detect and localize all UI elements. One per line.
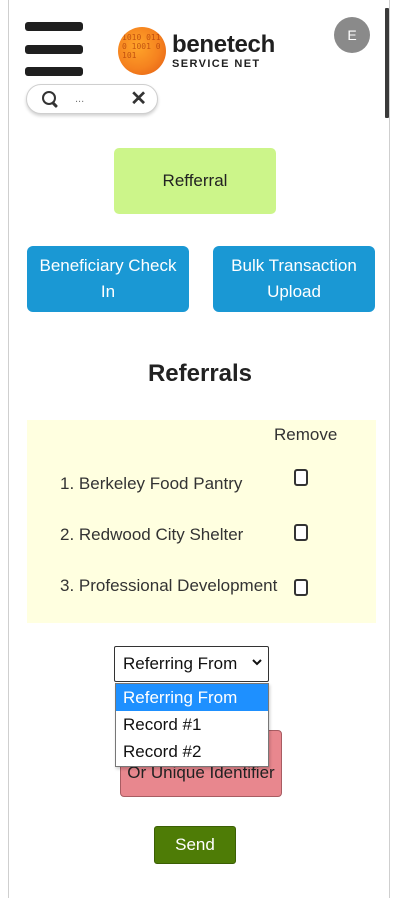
- hamburger-bar: [25, 22, 83, 31]
- referral-item-label: 2. Redwood City Shelter: [60, 525, 244, 544]
- bulk-transaction-upload-button[interactable]: Bulk Transaction Upload: [213, 246, 375, 312]
- beneficiary-check-in-button[interactable]: Beneficiary Check In: [27, 246, 189, 312]
- hamburger-menu-icon[interactable]: [25, 22, 83, 76]
- dropdown-option[interactable]: Record #1: [116, 711, 268, 738]
- select-value: Referring From: [123, 654, 238, 673]
- hamburger-bar: [25, 44, 83, 54]
- referral-button[interactable]: Refferral: [114, 148, 276, 214]
- chevron-down-icon: [252, 659, 262, 666]
- referring-from-dropdown: Referring From Record #1 Record #2: [115, 683, 269, 767]
- benetech-logo[interactable]: benetech SERVICE NET: [118, 27, 275, 75]
- close-icon[interactable]: ✕: [130, 89, 147, 109]
- referring-from-select[interactable]: Referring From: [114, 646, 269, 682]
- scrollbar-thumb[interactable]: [385, 8, 389, 118]
- right-border: [389, 0, 390, 898]
- dropdown-option[interactable]: Record #2: [116, 738, 268, 765]
- user-avatar[interactable]: E: [334, 17, 370, 53]
- remove-checkbox[interactable]: [294, 469, 308, 486]
- logo-subtitle: SERVICE NET: [172, 57, 261, 70]
- search-icon[interactable]: [41, 90, 59, 108]
- left-border: [8, 0, 9, 898]
- logo-mark-icon: [118, 27, 166, 75]
- search-bar: ✕: [26, 84, 158, 114]
- send-button[interactable]: Send: [154, 826, 236, 864]
- remove-column-header: Remove: [274, 425, 338, 444]
- remove-checkbox[interactable]: [294, 524, 308, 541]
- referral-item-label: 1. Berkeley Food Pantry: [60, 474, 243, 493]
- app-frame: benetech SERVICE NET E ✕ Refferral Benef…: [0, 0, 406, 904]
- referrals-heading: Referrals: [147, 360, 253, 387]
- referral-item-label: 3. Professional Development: [60, 576, 278, 595]
- search-input[interactable]: [75, 93, 129, 105]
- logo-text: benetech SERVICE NET: [172, 30, 275, 70]
- hamburger-bar: [25, 67, 83, 76]
- remove-checkbox[interactable]: [294, 579, 308, 596]
- dropdown-option[interactable]: Referring From: [116, 684, 268, 711]
- logo-name: benetech: [172, 30, 275, 58]
